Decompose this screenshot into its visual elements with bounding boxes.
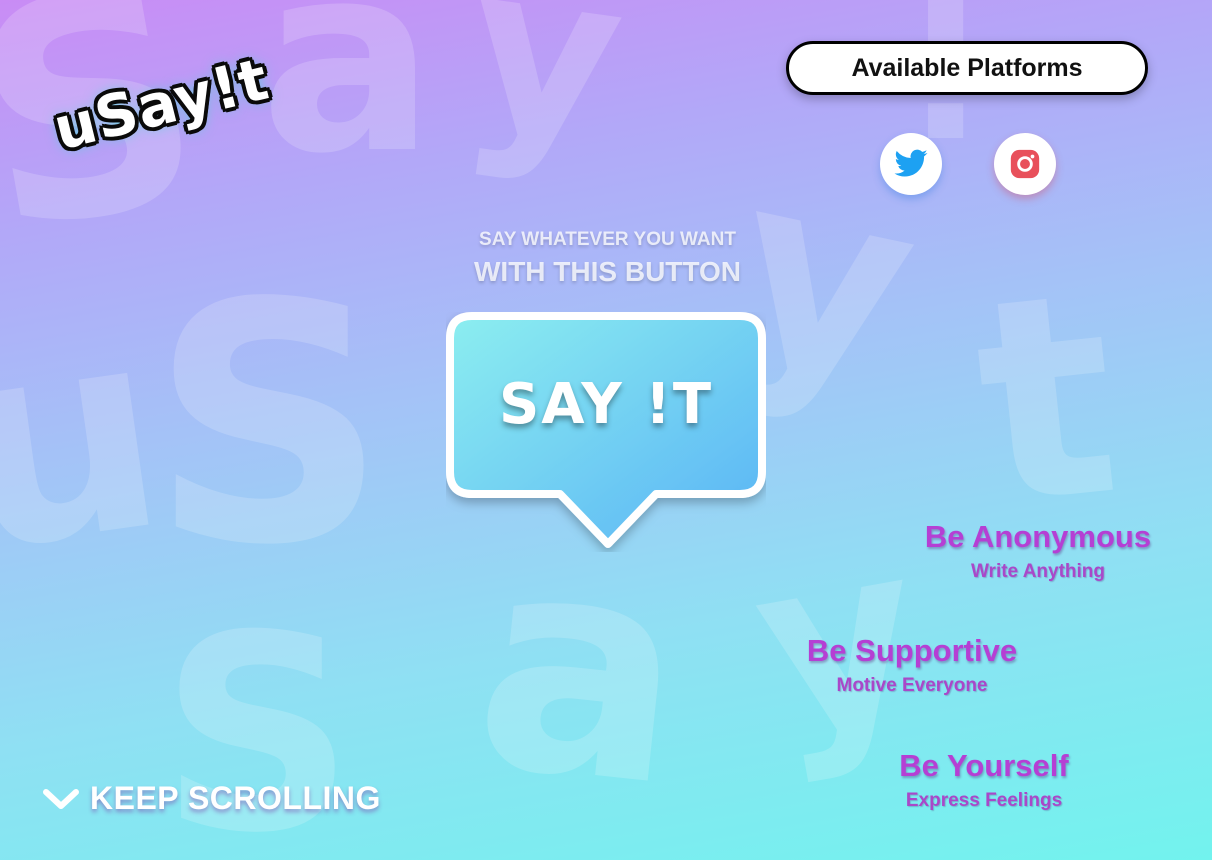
instagram-icon — [1010, 149, 1040, 179]
say-it-label: SAY !T — [498, 372, 714, 437]
keep-scrolling-link[interactable]: KEEP SCROLLING — [42, 780, 381, 817]
feature-subtitle: Motive Everyone — [836, 675, 988, 696]
available-platforms-button[interactable]: Available Platforms — [786, 41, 1148, 95]
app-logo[interactable]: uSay!t — [47, 45, 275, 164]
feature-anonymous: Be Anonymous Write Anything — [910, 519, 1166, 583]
keep-scrolling-label: KEEP SCROLLING — [90, 780, 381, 816]
feature-title: Be Yourself — [899, 748, 1069, 783]
feature-yourself: Be Yourself Express Feelings — [868, 748, 1100, 812]
twitter-link[interactable] — [880, 133, 942, 195]
say-it-button[interactable]: SAY !T — [446, 312, 766, 552]
feature-supportive: Be Supportive Motive Everyone — [781, 633, 1043, 697]
feature-subtitle: Express Feelings — [905, 790, 1063, 811]
hero-tagline-line1: SAY WHATEVER YOU WANT — [479, 229, 736, 250]
feature-title: Be Supportive — [806, 633, 1018, 668]
feature-subtitle: Write Anything — [970, 561, 1106, 582]
feature-title: Be Anonymous — [924, 519, 1152, 554]
twitter-icon — [894, 149, 928, 177]
hero-tagline-line2: WITH THIS BUTTON — [473, 256, 741, 287]
chevron-down-icon — [43, 788, 79, 809]
instagram-link[interactable] — [994, 133, 1056, 195]
